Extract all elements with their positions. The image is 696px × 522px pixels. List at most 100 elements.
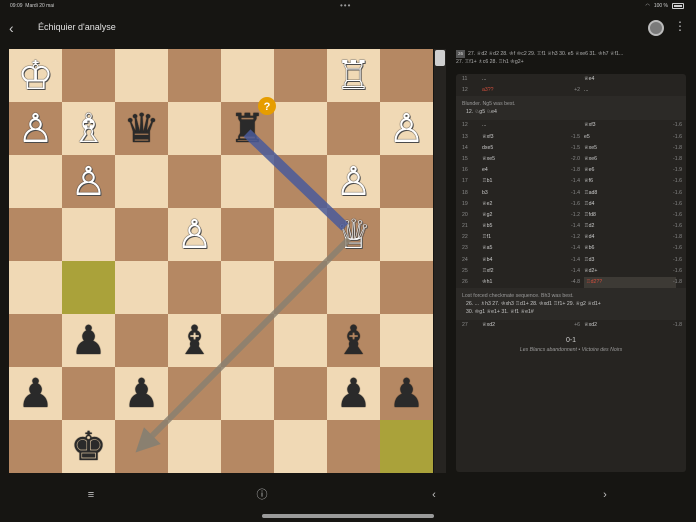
black-piece-c7[interactable]: ♛ — [124, 109, 160, 149]
square-b4[interactable] — [62, 261, 115, 314]
white-move[interactable]: ♕xe5 — [482, 154, 528, 165]
black-move[interactable]: ♕b6 — [584, 243, 630, 254]
square-b6[interactable]: ♙ — [62, 155, 115, 208]
square-b3[interactable]: ♟ — [62, 314, 115, 367]
white-piece-a8[interactable]: ♔ — [18, 56, 54, 96]
white-move[interactable]: ♕b5 — [482, 221, 528, 232]
square-d3[interactable]: ♝ — [168, 314, 221, 367]
square-e3[interactable] — [221, 314, 274, 367]
black-piece-h2[interactable]: ♟ — [389, 374, 425, 414]
white-move[interactable]: b3 — [482, 188, 528, 199]
white-piece-b7[interactable]: ♗ — [71, 109, 107, 149]
square-d8[interactable] — [168, 49, 221, 102]
square-d6[interactable] — [168, 155, 221, 208]
square-c4[interactable] — [115, 261, 168, 314]
square-g1[interactable] — [327, 420, 380, 473]
square-b7[interactable]: ♗ — [62, 102, 115, 155]
black-move[interactable]: ♖d2?? — [584, 277, 676, 289]
white-piece-a7[interactable]: ♙ — [18, 109, 54, 149]
square-h2[interactable]: ♟ — [380, 367, 433, 420]
back-icon[interactable]: ‹ — [9, 20, 23, 36]
white-piece-b6[interactable]: ♙ — [71, 162, 107, 202]
square-e1[interactable] — [221, 420, 274, 473]
variation-line[interactable]: 30. ♔g1 ♕e1+ 31. ♕f1 ♕e1# — [462, 308, 680, 316]
white-move[interactable]: ♖b1 — [482, 176, 528, 187]
black-move[interactable]: ♖ad8 — [584, 188, 630, 199]
square-d4[interactable] — [168, 261, 221, 314]
engine-toggle-button[interactable] — [648, 20, 664, 36]
black-move[interactable]: ♖d3 — [584, 255, 630, 266]
square-a6[interactable] — [9, 155, 62, 208]
square-a8[interactable]: ♔ — [9, 49, 62, 102]
square-d5[interactable]: ♙ — [168, 208, 221, 261]
square-h3[interactable] — [380, 314, 433, 367]
square-f1[interactable] — [274, 420, 327, 473]
square-f6[interactable] — [274, 155, 327, 208]
square-c5[interactable] — [115, 208, 168, 261]
white-move[interactable]: a3?? — [482, 85, 528, 96]
square-e6[interactable] — [221, 155, 274, 208]
black-move[interactable]: e5 — [584, 132, 630, 143]
white-piece-d5[interactable]: ♙ — [177, 215, 213, 255]
square-c2[interactable]: ♟ — [115, 367, 168, 420]
white-piece-g6[interactable]: ♙ — [336, 162, 372, 202]
black-move[interactable]: ♕e6 — [584, 165, 630, 176]
black-piece-b1[interactable]: ♚ — [71, 427, 107, 467]
white-move[interactable]: ... — [482, 74, 528, 85]
square-g7[interactable] — [327, 102, 380, 155]
square-g5[interactable]: ♕ — [327, 208, 380, 261]
black-piece-d3[interactable]: ♝ — [177, 321, 213, 361]
white-move[interactable]: e4 — [482, 165, 528, 176]
more-menu-icon[interactable]: ⋮ — [672, 19, 688, 37]
square-h4[interactable] — [380, 261, 433, 314]
black-move[interactable]: ♕xd2 — [584, 320, 630, 331]
black-move[interactable]: ... — [584, 85, 630, 96]
square-e5[interactable] — [221, 208, 274, 261]
square-b8[interactable] — [62, 49, 115, 102]
black-piece-e7[interactable]: ♜ — [230, 109, 266, 149]
white-move[interactable]: ♕xf3 — [482, 132, 528, 143]
square-h8[interactable] — [380, 49, 433, 102]
square-d2[interactable] — [168, 367, 221, 420]
white-move[interactable]: ♕e2 — [482, 199, 528, 210]
square-a5[interactable] — [9, 208, 62, 261]
variation-line-2[interactable]: 27. ♖f1+ ♗c6 28. ♖h1 ♔g2+ — [456, 58, 688, 66]
black-move[interactable]: ♕d4 — [584, 232, 630, 243]
square-c7[interactable]: ♛ — [115, 102, 168, 155]
square-f4[interactable] — [274, 261, 327, 314]
white-piece-h7[interactable]: ♙ — [389, 109, 425, 149]
black-move[interactable]: ♕f6 — [584, 176, 630, 187]
variation-line-1[interactable]: 26 27. ♕d2 ♕d2 28. ♔f ♔c2 29. ♖f1 ♕h3 30.… — [456, 50, 688, 58]
menu-icon[interactable]: ≡ — [84, 488, 98, 502]
black-piece-c2[interactable]: ♟ — [124, 374, 160, 414]
square-h7[interactable]: ♙ — [380, 102, 433, 155]
square-e8[interactable] — [221, 49, 274, 102]
square-b2[interactable] — [62, 367, 115, 420]
square-a4[interactable] — [9, 261, 62, 314]
square-h6[interactable] — [380, 155, 433, 208]
square-d7[interactable] — [168, 102, 221, 155]
square-f5[interactable] — [274, 208, 327, 261]
white-move[interactable]: ♔h1 — [482, 277, 528, 288]
square-c8[interactable] — [115, 49, 168, 102]
square-a3[interactable] — [9, 314, 62, 367]
previous-move-icon[interactable]: ‹ — [427, 488, 441, 502]
chess-board[interactable]: ♔ ♖ ♙ ♗ ♛ ♜ ♙ ♙ ♙ ♙ ♕ ♟ ♝ ♝ ♟ ♟ ♟ ♟ ♚ — [9, 49, 433, 473]
black-move[interactable]: ♕e4 — [584, 74, 630, 85]
square-g2[interactable]: ♟ — [327, 367, 380, 420]
square-c3[interactable] — [115, 314, 168, 367]
square-b1[interactable]: ♚ — [62, 420, 115, 473]
square-e4[interactable] — [221, 261, 274, 314]
black-move[interactable]: ♕d2+ — [584, 266, 630, 277]
black-piece-g2[interactable]: ♟ — [336, 374, 372, 414]
white-move[interactable]: ♕a5 — [482, 243, 528, 254]
variation-line[interactable]: 12. ♘g5 ♘e4 — [462, 108, 680, 116]
white-move[interactable]: ♕b4 — [482, 255, 528, 266]
square-f2[interactable] — [274, 367, 327, 420]
white-piece-g5[interactable]: ♕ — [336, 215, 372, 255]
white-move[interactable]: ♖f1 — [482, 232, 528, 243]
square-d1[interactable] — [168, 420, 221, 473]
square-f7[interactable] — [274, 102, 327, 155]
white-piece-g8[interactable]: ♖ — [336, 56, 372, 96]
black-move[interactable]: ♖fd8 — [584, 210, 630, 221]
